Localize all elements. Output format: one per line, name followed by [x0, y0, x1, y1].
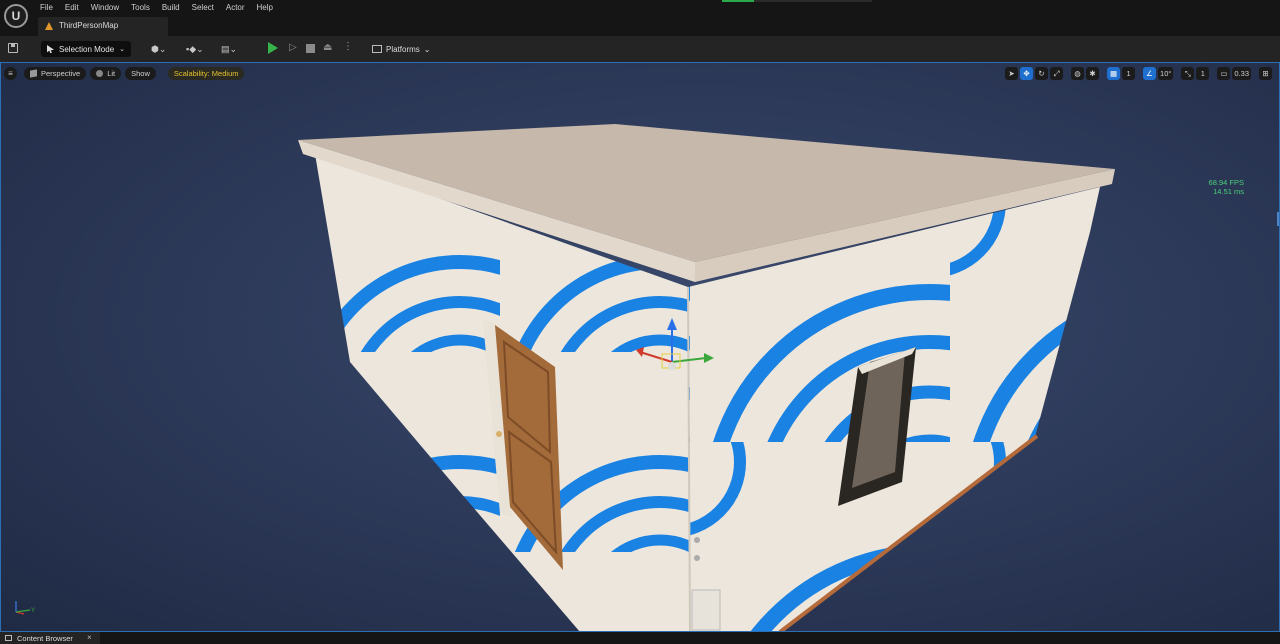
main-toolbar: Selection Mode ⌄ ⬢⌄ ▪◆⌄ ▤⌄ ▷ ⏏ ⋮ Platfor…	[0, 36, 1280, 62]
viewport-controls: Perspective Lit Show Scalability: Medium	[24, 67, 245, 80]
scene-render	[298, 124, 1115, 632]
compile-progress-bar	[722, 0, 872, 2]
platforms-label: Platforms	[386, 44, 420, 54]
fps-value: 68.94 FPS	[1208, 178, 1244, 187]
tab-label: ThirdPersonMap	[59, 21, 119, 30]
add-actor-icon[interactable]: ⬢⌄	[151, 42, 166, 56]
tab-content-browser[interactable]: Content Browser ×	[0, 632, 100, 644]
fps-readout: 68.94 FPS 14.51 ms	[1209, 178, 1244, 196]
frame-time-value: 14.51 ms	[1213, 187, 1244, 196]
rotation-snap-icon[interactable]: ∠	[1143, 67, 1157, 80]
blueprint-icon[interactable]: ▪◆⌄	[186, 42, 204, 56]
lit-sphere-icon	[96, 70, 104, 77]
selection-mode-label: Selection Mode	[59, 45, 115, 54]
scale-snap-value[interactable]: 1	[1196, 67, 1210, 80]
menu-select[interactable]: Select	[186, 2, 220, 13]
menu-icon[interactable]: ≡	[4, 67, 17, 80]
perspective-label: Perspective	[41, 69, 81, 78]
menu-tools[interactable]: Tools	[125, 2, 156, 13]
menu-actor[interactable]: Actor	[220, 2, 251, 13]
scale-icon[interactable]: ⤢	[1050, 67, 1064, 80]
menu-window[interactable]: Window	[85, 2, 125, 13]
close-icon[interactable]: ×	[87, 633, 92, 642]
play-icon[interactable]	[268, 42, 278, 54]
surface-snap-icon[interactable]: ✱	[1086, 67, 1100, 80]
save-icon[interactable]	[8, 43, 18, 53]
selection-arrow-icon	[47, 45, 54, 53]
menu-edit[interactable]: Edit	[59, 2, 85, 13]
perspective-dropdown[interactable]: Perspective	[24, 67, 87, 80]
scale-snap-icon[interactable]: ⤡	[1181, 67, 1195, 80]
menu-build[interactable]: Build	[156, 2, 186, 13]
level-icon	[45, 22, 53, 30]
title-bar: U File Edit Window Tools Build Select Ac…	[0, 0, 1280, 36]
bottom-panel-bar	[0, 632, 1280, 644]
stop-icon[interactable]	[306, 44, 315, 53]
axis-y-label: Y	[31, 608, 35, 614]
content-browser-icon	[5, 635, 12, 641]
content-browser-label: Content Browser	[17, 634, 73, 643]
unreal-logo-icon[interactable]: U	[4, 4, 28, 28]
advance-frame-icon[interactable]: ▷	[289, 42, 299, 54]
chevron-down-icon: ⌄	[119, 46, 125, 53]
lit-label: Lit	[107, 69, 116, 78]
viewport-transform-tools: ➤ ✥ ↻ ⤢ ◍ ✱ ▦ 1 ∠ 10° ⤡ 1 ▭ 0.33 ⊞	[1005, 67, 1272, 80]
select-tool-icon[interactable]: ➤	[1005, 67, 1019, 80]
camera-speed-icon[interactable]: ▭	[1217, 67, 1231, 80]
grid-snap-value[interactable]: 1	[1122, 67, 1136, 80]
camera-speed-value[interactable]: 0.33	[1232, 67, 1251, 80]
more-options-icon[interactable]: ⋮	[343, 41, 353, 52]
translate-icon[interactable]: ✥	[1020, 67, 1034, 80]
scalability-warning[interactable]: Scalability: Medium	[167, 67, 245, 80]
rotate-icon[interactable]: ↻	[1035, 67, 1049, 80]
tab-third-person-map[interactable]: ThirdPersonMap	[38, 17, 168, 36]
show-label: Show	[131, 69, 150, 78]
menu-file[interactable]: File	[34, 2, 59, 13]
menu-help[interactable]: Help	[251, 2, 279, 13]
level-viewport[interactable]: ≡ Perspective Lit Show Scalability: Medi…	[0, 62, 1280, 632]
scalability-label: Scalability: Medium	[173, 69, 239, 78]
maximize-icon[interactable]: ⊞	[1259, 67, 1272, 80]
show-dropdown[interactable]: Show	[125, 67, 156, 80]
grid-snap-icon[interactable]: ▦	[1107, 67, 1121, 80]
cinematics-icon[interactable]: ▤⌄	[221, 42, 237, 56]
menu-bar: File Edit Window Tools Build Select Acto…	[34, 2, 279, 13]
chevron-down-icon: ⌄	[423, 44, 431, 54]
perspective-cube-icon	[30, 69, 37, 78]
selection-mode-dropdown[interactable]: Selection Mode ⌄	[41, 41, 131, 57]
platforms-dropdown[interactable]: Platforms ⌄	[372, 42, 431, 56]
rotation-snap-value[interactable]: 10°	[1158, 67, 1174, 80]
lit-dropdown[interactable]: Lit	[90, 67, 122, 80]
axis-indicator: Y	[15, 601, 35, 615]
eject-icon[interactable]: ⏏	[323, 42, 333, 54]
world-local-icon[interactable]: ◍	[1071, 67, 1085, 80]
platforms-icon	[372, 45, 382, 53]
